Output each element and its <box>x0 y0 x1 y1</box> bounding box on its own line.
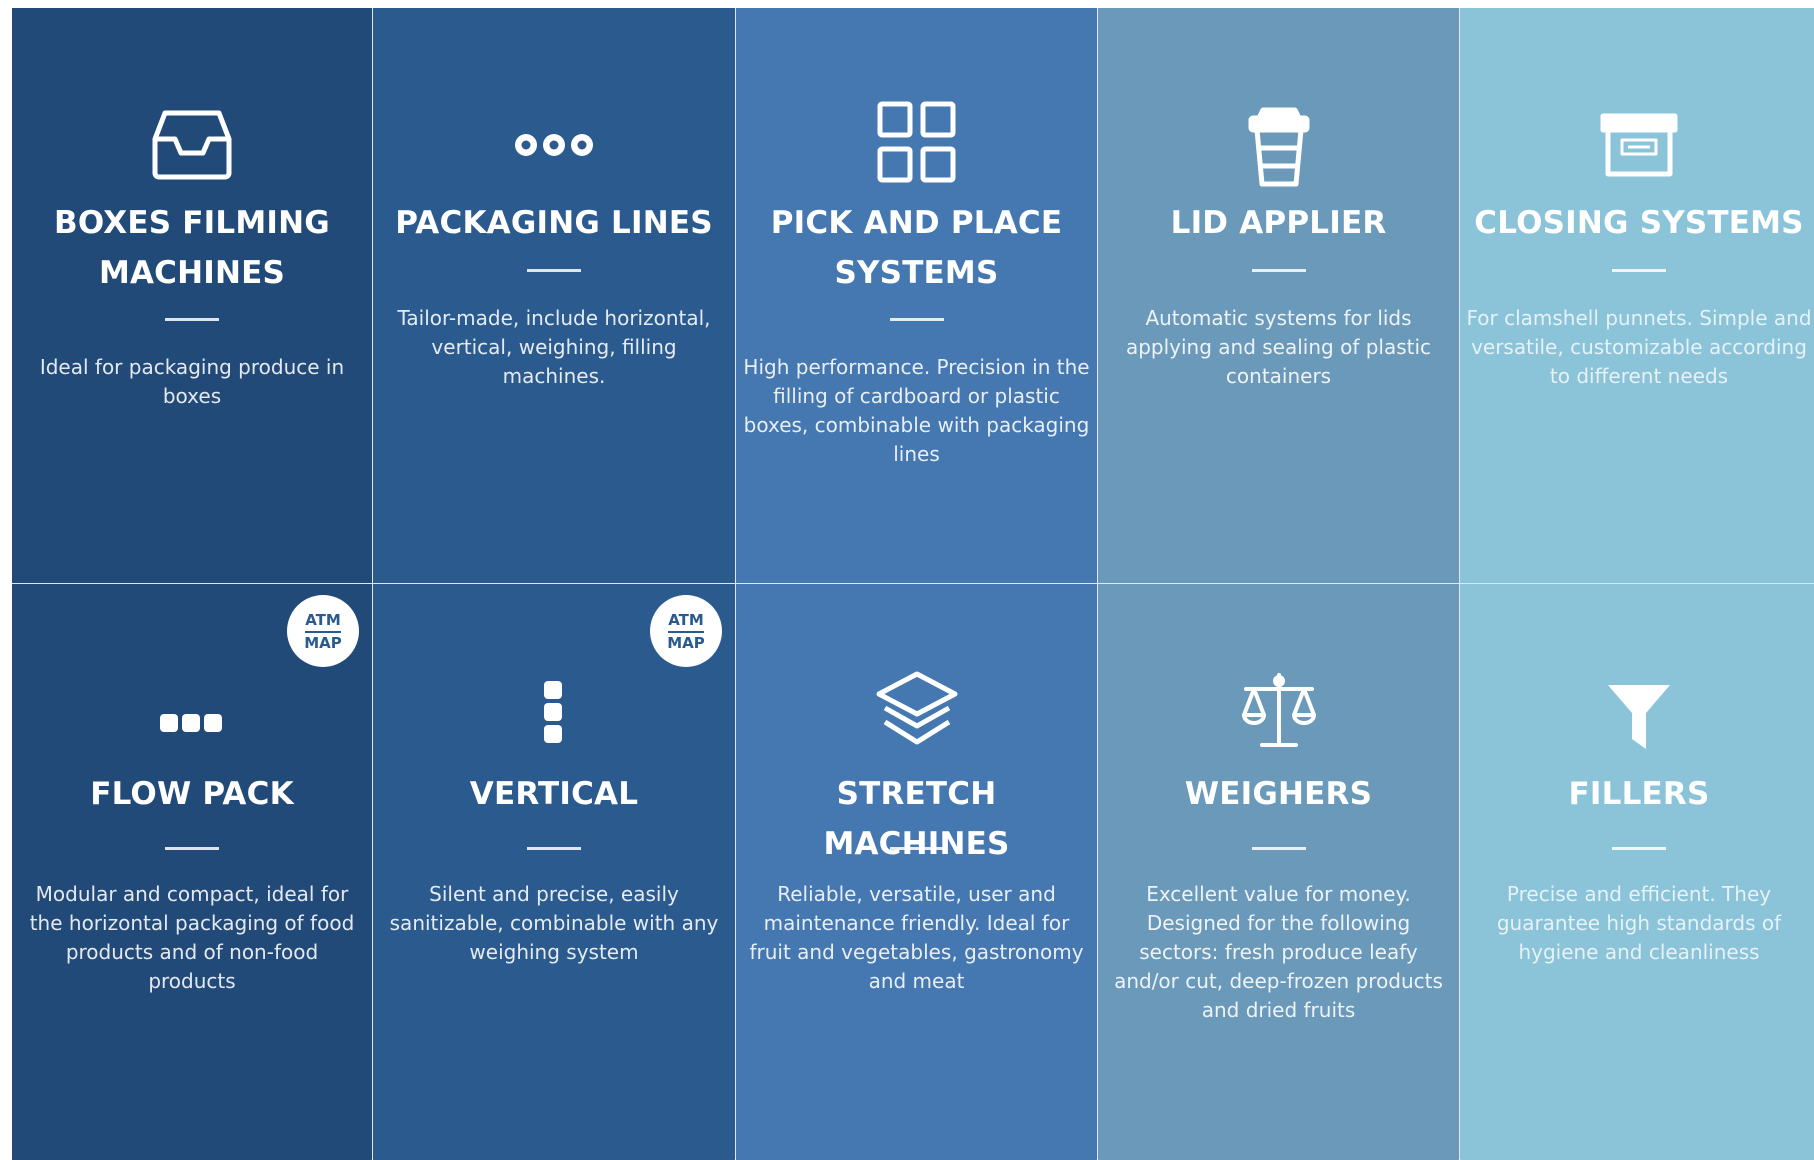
title-divider <box>165 847 219 850</box>
tile-title: LID APPLIER <box>1170 205 1387 241</box>
tile-packaging-lines[interactable]: PACKAGING LINES Tailor-made, include hor… <box>373 8 735 583</box>
tile-lid-applier[interactable]: LID APPLIER Automatic systems for lids a… <box>1098 8 1459 583</box>
tile-description: Ideal for packaging produce in boxes <box>39 355 345 408</box>
tile-title: PICK AND PLACE SYSTEMS <box>770 205 1063 291</box>
balance-scale-icon <box>1098 666 1459 756</box>
atm-map-badge: ATM MAP <box>650 595 722 667</box>
vertical-squares-icon <box>373 668 735 758</box>
tile-description: Automatic systems for lids applying and … <box>1125 306 1432 388</box>
archive-box-icon <box>1460 100 1814 190</box>
tile-description: Tailor-made, include horizontal, vertica… <box>397 306 711 388</box>
tile-flow-pack[interactable]: ATM MAP FLOW PACK Modular and compact, i… <box>12 584 372 1160</box>
tile-vertical[interactable]: ATM MAP VERTICAL Silent and precise, eas… <box>373 584 735 1160</box>
layers-icon <box>736 666 1097 756</box>
tile-closing-systems[interactable]: CLOSING SYSTEMS For clamshell punnets. S… <box>1460 8 1814 583</box>
title-divider <box>1251 847 1306 850</box>
tile-description: High performance. Precision in the filli… <box>743 355 1090 466</box>
tile-description: Excellent value for money. Designed for … <box>1114 882 1443 1022</box>
atm-map-badge: ATM MAP <box>287 595 359 667</box>
tile-boxes-filming-machines[interactable]: BOXES FILMING MACHINES Ideal for packagi… <box>12 8 372 583</box>
tile-title: VERTICAL <box>469 776 639 812</box>
tile-title: CLOSING SYSTEMS <box>1474 205 1804 241</box>
tile-title: FILLERS <box>1568 776 1710 812</box>
tile-title: STRETCH MACHINES <box>823 776 1010 862</box>
tile-description: Modular and compact, ideal for the horiz… <box>29 882 355 993</box>
tile-title: BOXES FILMING MACHINES <box>54 205 330 291</box>
tile-pick-and-place-systems[interactable]: PICK AND PLACE SYSTEMS High performance.… <box>736 8 1097 583</box>
tile-weighers[interactable]: WEIGHERS Excellent value for money. Desi… <box>1098 584 1459 1160</box>
tile-description: Silent and precise, easily sanitizable, … <box>389 882 719 964</box>
tile-description: For clamshell punnets. Simple and versat… <box>1466 306 1812 388</box>
tile-description: Precise and efficient. They guarantee hi… <box>1496 882 1782 964</box>
tile-stretch-machines[interactable]: STRETCH MACHINES Reliable, versatile, us… <box>736 584 1097 1160</box>
three-dots-icon <box>373 100 735 190</box>
title-divider <box>1612 847 1666 850</box>
title-divider <box>527 847 581 850</box>
horizontal-squares-icon <box>12 679 372 769</box>
title-divider <box>889 318 944 321</box>
inbox-tray-icon <box>12 100 372 190</box>
title-divider <box>527 269 581 272</box>
tile-title: FLOW PACK <box>90 776 294 812</box>
tile-title: PACKAGING LINES <box>395 205 713 241</box>
tile-title: WEIGHERS <box>1184 776 1373 812</box>
funnel-icon <box>1460 672 1814 762</box>
tile-fillers[interactable]: FILLERS Precise and efficient. They guar… <box>1460 584 1814 1160</box>
products-grid: BOXES FILMING MACHINES Ideal for packagi… <box>12 8 1814 1160</box>
title-divider <box>889 847 944 850</box>
tile-description: Reliable, versatile, user and maintenanc… <box>749 882 1084 993</box>
cup-lid-icon <box>1098 102 1459 192</box>
title-divider <box>1612 269 1666 272</box>
grid-squares-icon <box>736 98 1097 188</box>
title-divider <box>165 318 219 321</box>
title-divider <box>1251 269 1306 272</box>
